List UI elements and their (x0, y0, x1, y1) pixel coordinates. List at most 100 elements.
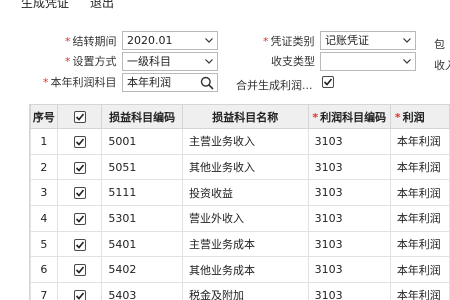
col-header-label: 损益科目名称 (212, 110, 279, 124)
table-row[interactable]: 2 5051 其他业务收入 3103 本年利润 (30, 153, 450, 181)
row-seq: 4 (30, 205, 58, 232)
row-profit-name[interactable]: 本年利润 (389, 205, 450, 232)
table-body: 1 5001 主营业务收入 3103 本年利润 2 5051 其他业务收入 3103 本年利润 3 5… (30, 128, 450, 300)
check-icon (323, 78, 333, 86)
setup-method-label: * 设置方式 (65, 53, 117, 69)
setup-method-value: 一级科目 (127, 55, 171, 68)
row-subject-code[interactable]: 5402 (101, 256, 183, 284)
profit-subject-label-text: 本年利润科目 (50, 76, 117, 89)
row-select-cell[interactable] (56, 179, 103, 207)
period-label-text: 结转期间 (72, 35, 117, 48)
col-header-profit-name: * 利润 (389, 104, 450, 129)
check-icon (75, 292, 84, 300)
chevron-down-icon (403, 59, 411, 64)
row-checkbox[interactable] (73, 238, 86, 251)
income-type-select[interactable] (320, 52, 416, 71)
period-label: * 结转期间 (65, 33, 117, 49)
row-profit-name[interactable]: 本年利润 (389, 282, 450, 300)
row-profit-name[interactable]: 本年利润 (389, 128, 450, 155)
row-profit-code[interactable]: 3103 (307, 282, 391, 300)
row-checkbox[interactable] (73, 264, 86, 277)
table-row[interactable]: 1 5001 主营业务收入 3103 本年利润 (30, 128, 450, 155)
profit-transfer-table: 序号 损益科目编码 损益科目名称 * 利润科目编码 * 利润 1 5001 主营业务收入… (30, 104, 450, 300)
row-profit-code[interactable]: 3103 (307, 256, 391, 284)
row-select-cell[interactable] (56, 205, 103, 232)
required-marker: * (263, 35, 269, 48)
required-marker: * (65, 35, 71, 48)
col-header-label: 利润 (402, 110, 425, 124)
row-subject-code[interactable]: 5111 (101, 179, 183, 207)
table-row[interactable]: 7 5403 税金及附加 3103 本年利润 (30, 282, 450, 300)
row-subject-name[interactable]: 其他业务成本 (181, 256, 309, 284)
row-subject-name[interactable]: 投资收益 (181, 179, 309, 207)
row-subject-code[interactable]: 5001 (101, 128, 183, 155)
col-header-code: 损益科目编码 (101, 104, 183, 129)
row-select-cell[interactable] (56, 230, 103, 258)
row-subject-code[interactable]: 5301 (101, 205, 183, 232)
row-checkbox[interactable] (73, 187, 86, 200)
row-checkbox[interactable] (73, 135, 86, 148)
row-profit-code[interactable]: 3103 (307, 179, 391, 207)
row-subject-name[interactable]: 主营业务成本 (181, 230, 309, 258)
merge-checkbox[interactable] (322, 76, 334, 88)
setup-method-label-text: 设置方式 (72, 55, 117, 68)
chevron-down-icon (205, 59, 213, 64)
col-header-profit-code: * 利润科目编码 (307, 104, 391, 129)
row-subject-name[interactable]: 其他业务收入 (181, 153, 309, 181)
row-select-cell[interactable] (56, 256, 103, 284)
row-checkbox[interactable] (73, 161, 86, 174)
voucher-type-value: 记账凭证 (325, 34, 369, 47)
table-row[interactable]: 5 5401 主营业务成本 3103 本年利润 (30, 230, 450, 258)
row-profit-code[interactable]: 3103 (307, 205, 391, 232)
setup-method-select[interactable]: 一级科目 (122, 52, 218, 71)
check-icon (75, 266, 84, 274)
table-row[interactable]: 3 5111 投资收益 3103 本年利润 (30, 179, 450, 207)
row-select-cell[interactable] (56, 153, 103, 181)
exit-button[interactable]: 退出 (90, 0, 114, 11)
row-subject-code[interactable]: 5051 (101, 153, 183, 181)
row-profit-name[interactable]: 本年利润 (389, 179, 450, 207)
profit-subject-label: * 本年利润科目 (43, 74, 117, 90)
table-header-row: 序号 损益科目编码 损益科目名称 * 利润科目编码 * 利润 (30, 104, 450, 129)
search-icon[interactable] (200, 76, 214, 90)
generate-voucher-button[interactable]: 生成凭证 (21, 0, 69, 11)
profit-transfer-grid: 序号 损益科目编码 损益科目名称 * 利润科目编码 * 利润 1 5001 主营业务收入… (29, 104, 450, 300)
table-row[interactable]: 4 5301 营业外收入 3103 本年利润 (30, 205, 450, 232)
row-seq: 3 (30, 179, 58, 207)
row-profit-code[interactable]: 3103 (307, 230, 391, 258)
row-profit-code[interactable]: 3103 (307, 128, 391, 155)
row-profit-name[interactable]: 本年利润 (389, 256, 450, 284)
voucher-type-label-text: 凭证类别 (270, 35, 315, 48)
period-value: 2020.01 (127, 34, 173, 47)
row-checkbox[interactable] (73, 212, 86, 225)
row-profit-name[interactable]: 本年利润 (389, 153, 450, 181)
select-all-checkbox[interactable] (73, 111, 86, 123)
required-marker: * (65, 55, 71, 68)
table-row[interactable]: 6 5402 其他业务成本 3103 本年利润 (30, 256, 450, 284)
required-marker: * (312, 110, 319, 124)
chevron-down-icon (403, 38, 411, 43)
row-checkbox[interactable] (73, 289, 86, 300)
row-subject-name[interactable]: 税金及附加 (181, 282, 309, 300)
row-subject-code[interactable]: 5403 (101, 282, 183, 300)
check-icon (75, 215, 84, 223)
row-profit-code[interactable]: 3103 (307, 153, 391, 181)
col-header-select-all[interactable] (56, 104, 103, 129)
col-header-name: 损益科目名称 (181, 104, 309, 129)
cut-off-label: 包 (434, 38, 445, 51)
settings-form: * 结转期间 2020.01 * 凭证类别 记账凭证 包 * 设置方式 一级科目 收支… (0, 27, 450, 97)
required-marker: * (394, 110, 401, 124)
row-profit-name[interactable]: 本年利润 (389, 230, 450, 258)
row-subject-code[interactable]: 5401 (101, 230, 183, 258)
row-subject-name[interactable]: 营业外收入 (181, 205, 309, 232)
col-header-label: 序号 (32, 110, 55, 124)
income-type-label: 收支类型 (271, 55, 315, 68)
check-icon (75, 241, 84, 249)
toolbar: 生成凭证 退出 (0, 0, 450, 14)
voucher-type-select[interactable]: 记账凭证 (320, 31, 416, 50)
profit-subject-input[interactable]: 本年利润 (122, 73, 218, 92)
row-select-cell[interactable] (56, 128, 103, 155)
period-select[interactable]: 2020.01 (122, 31, 218, 50)
row-select-cell[interactable] (56, 282, 103, 300)
row-subject-name[interactable]: 主营业务收入 (181, 128, 309, 155)
